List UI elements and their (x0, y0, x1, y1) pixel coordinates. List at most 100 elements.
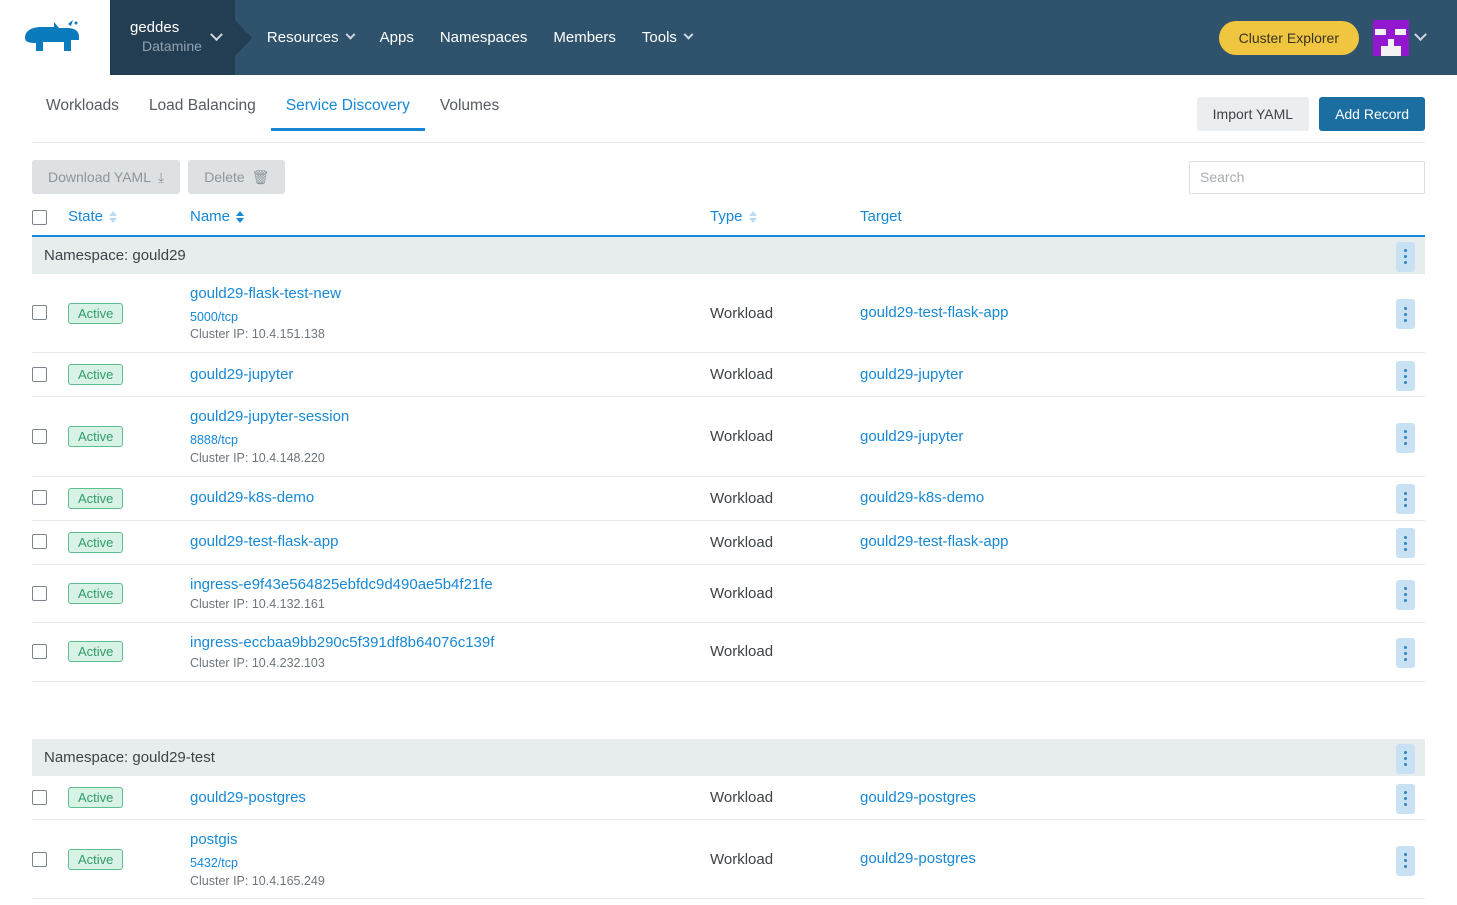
row-target-cell: gould29-postgres (860, 776, 1385, 820)
row-target-cell: gould29-postgres (860, 820, 1385, 899)
sort-icon[interactable] (749, 211, 757, 223)
user-menu[interactable] (1373, 20, 1425, 56)
table-row: Activeingress-eccbaa9bb290c5f391df8b6407… (32, 623, 1425, 681)
resource-name-link[interactable]: postgis (190, 831, 238, 848)
resource-name-link[interactable]: gould29-jupyter-session (190, 408, 349, 425)
download-yaml-button[interactable]: Download YAML ⤓ (32, 160, 180, 194)
resource-name-link[interactable]: gould29-k8s-demo (190, 489, 314, 506)
row-type-cell: Workload (710, 520, 860, 564)
table-row: Activegould29-flask-test-new5000/tcpClus… (32, 274, 1425, 353)
table-row: Activeingress-e9f43e564825ebfdc9d490ae5b… (32, 564, 1425, 622)
table-row: Activegould29-postgresWorkloadgould29-po… (32, 776, 1425, 820)
row-actions-cell (1385, 776, 1425, 820)
row-checkbox[interactable] (32, 852, 47, 867)
row-checkbox[interactable] (32, 790, 47, 805)
row-actions-menu-button[interactable] (1396, 744, 1415, 774)
row-checkbox[interactable] (32, 534, 47, 549)
row-actions-menu-button[interactable] (1396, 242, 1415, 272)
nav-link-label: Namespaces (440, 29, 528, 46)
table-row: Activepostgis5432/tcpCluster IP: 10.4.16… (32, 820, 1425, 899)
row-checkbox[interactable] (32, 429, 47, 444)
target-link[interactable]: gould29-test-flask-app (860, 304, 1008, 321)
row-target-cell (860, 623, 1385, 681)
row-actions-menu-button[interactable] (1396, 846, 1415, 876)
row-type-cell: Workload (710, 353, 860, 397)
row-state-cell: Active (68, 820, 190, 899)
resource-name-link[interactable]: gould29-test-flask-app (190, 533, 338, 550)
table-header: State Name Type (32, 208, 1425, 236)
tab-volumes[interactable]: Volumes (425, 97, 514, 131)
nav-link-label: Tools (642, 29, 677, 46)
resource-type: Workload (710, 294, 860, 333)
sort-icon[interactable] (236, 211, 244, 223)
resource-type: Workload (710, 778, 860, 817)
row-select-cell (32, 623, 68, 681)
resource-type: Workload (710, 574, 860, 613)
row-actions-menu-button[interactable] (1396, 299, 1415, 329)
search-input[interactable] (1189, 161, 1425, 194)
row-actions-menu-button[interactable] (1396, 423, 1415, 453)
row-checkbox[interactable] (32, 586, 47, 601)
table-row: Activegould29-k8s-demoWorkloadgould29-k8… (32, 476, 1425, 520)
import-yaml-button[interactable]: Import YAML (1197, 97, 1309, 131)
resource-name-link[interactable]: ingress-e9f43e564825ebfdc9d490ae5b4f21fe (190, 576, 493, 593)
delete-button[interactable]: Delete 🗑 (188, 160, 285, 194)
select-all-checkbox[interactable] (32, 210, 47, 225)
nav-link-label: Apps (380, 29, 414, 46)
nav-link-tools[interactable]: Tools (642, 29, 692, 46)
status-badge: Active (68, 488, 123, 509)
row-state-cell: Active (68, 476, 190, 520)
target-link[interactable]: gould29-postgres (860, 789, 976, 806)
cluster-explorer-button[interactable]: Cluster Explorer (1219, 21, 1359, 55)
resource-name-link[interactable]: ingress-eccbaa9bb290c5f391df8b64076c139f (190, 634, 494, 651)
row-checkbox[interactable] (32, 367, 47, 382)
row-type-cell: Workload (710, 564, 860, 622)
brand-logo[interactable] (0, 0, 110, 75)
nav-link-apps[interactable]: Apps (380, 29, 414, 46)
nav-link-resources[interactable]: Resources (267, 29, 354, 46)
row-type-cell: Workload (710, 776, 860, 820)
nav-link-namespaces[interactable]: Namespaces (440, 29, 528, 46)
namespace-group-label: Namespace: gould29-test (32, 739, 1385, 776)
resource-name-link[interactable]: gould29-postgres (190, 789, 306, 806)
resource-cluster-ip: Cluster IP: 10.4.165.249 (190, 873, 710, 890)
target-link[interactable]: gould29-k8s-demo (860, 489, 984, 506)
target-link[interactable]: gould29-test-flask-app (860, 533, 1008, 550)
row-actions-menu-button[interactable] (1396, 528, 1415, 558)
row-actions-cell (1385, 236, 1425, 274)
row-state-cell: Active (68, 776, 190, 820)
row-name-cell: gould29-jupyter-session8888/tcpCluster I… (190, 397, 710, 476)
nav-link-label: Resources (267, 29, 339, 46)
th-type[interactable]: Type (710, 208, 860, 236)
tab-load-balancing[interactable]: Load Balancing (134, 97, 271, 131)
service-discovery-table: State Name Type (32, 208, 1425, 905)
status-badge: Active (68, 303, 123, 324)
row-checkbox[interactable] (32, 644, 47, 659)
row-actions-menu-button[interactable] (1396, 361, 1415, 391)
tab-workloads[interactable]: Workloads (32, 97, 134, 131)
row-target-cell: gould29-k8s-demo (860, 476, 1385, 520)
row-actions-menu-button[interactable] (1396, 638, 1415, 668)
target-link[interactable]: gould29-postgres (860, 850, 976, 867)
row-select-cell (32, 776, 68, 820)
row-actions-cell (1385, 397, 1425, 476)
resource-name-link[interactable]: gould29-jupyter (190, 366, 293, 383)
nav-link-members[interactable]: Members (553, 29, 616, 46)
tab-service-discovery[interactable]: Service Discovery (271, 97, 425, 131)
sort-icon[interactable] (109, 211, 117, 223)
row-actions-menu-button[interactable] (1396, 484, 1415, 514)
row-checkbox[interactable] (32, 490, 47, 505)
cluster-selector[interactable]: geddes Datamine (110, 0, 235, 75)
target-link[interactable]: gould29-jupyter (860, 428, 963, 445)
row-checkbox[interactable] (32, 305, 47, 320)
row-actions-cell (1385, 353, 1425, 397)
row-state-cell: Active (68, 564, 190, 622)
row-name-cell: ingress-eccbaa9bb290c5f391df8b64076c139f… (190, 623, 710, 681)
th-name[interactable]: Name (190, 208, 710, 236)
row-actions-menu-button[interactable] (1396, 580, 1415, 610)
target-link[interactable]: gould29-jupyter (860, 366, 963, 383)
add-record-button[interactable]: Add Record (1319, 97, 1425, 131)
row-actions-menu-button[interactable] (1396, 784, 1415, 814)
resource-name-link[interactable]: gould29-flask-test-new (190, 285, 341, 302)
th-state[interactable]: State (68, 208, 190, 236)
